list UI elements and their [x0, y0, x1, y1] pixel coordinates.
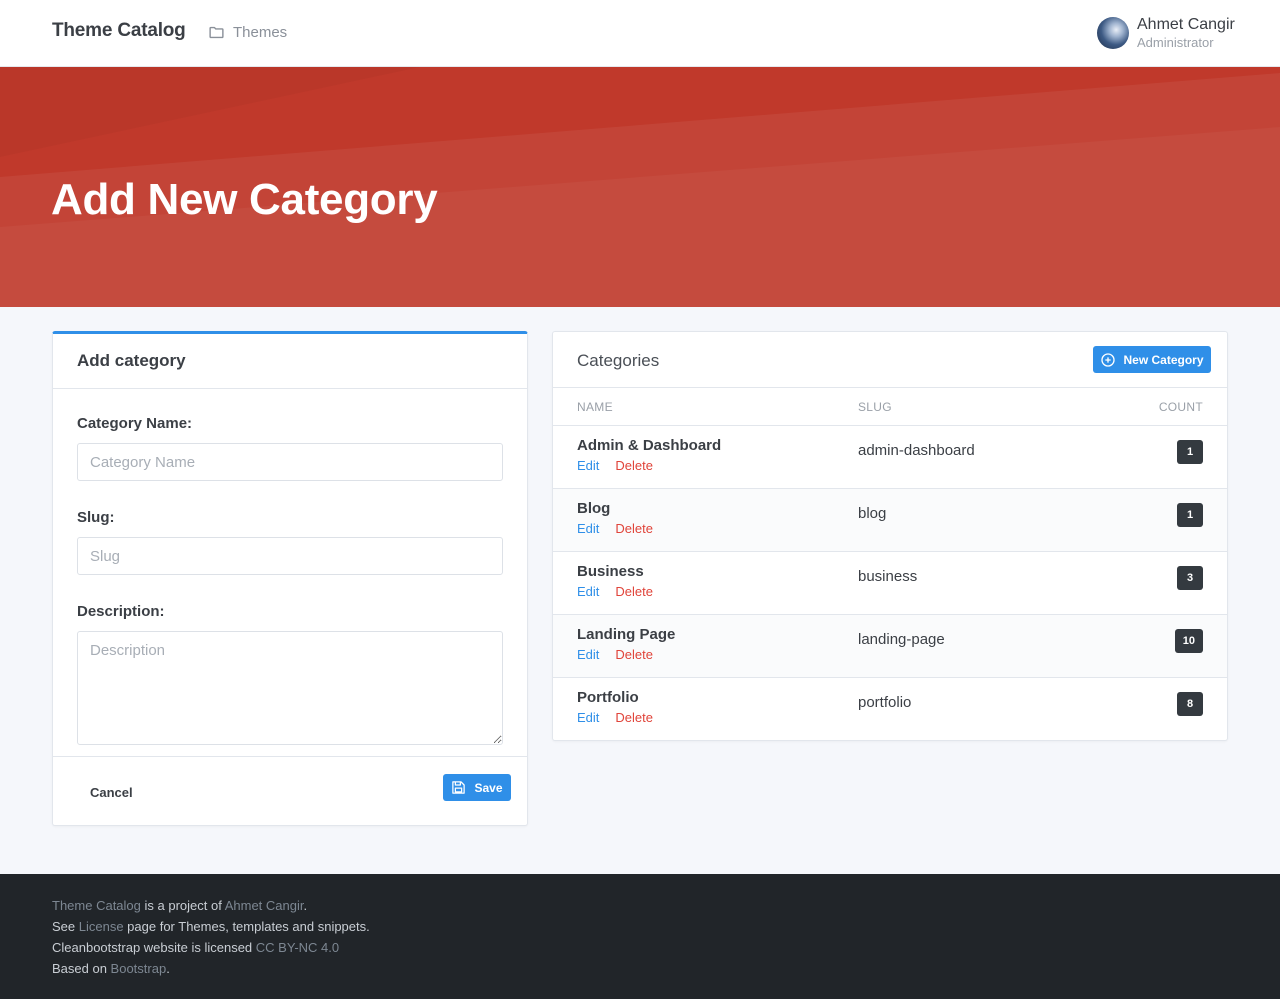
categories-card: Categories New Category NAME SLUG COUNT … [552, 331, 1228, 741]
edit-link[interactable]: Edit [577, 458, 599, 473]
category-name: Blog [577, 500, 611, 517]
footer-text: is a project of [140, 898, 225, 913]
category-name: Landing Page [577, 626, 676, 643]
count-badge: 10 [1174, 629, 1203, 653]
page-hero: Add New Category [0, 67, 1280, 307]
delete-link[interactable]: Delete [615, 584, 653, 599]
category-slug: landing-page [858, 631, 945, 648]
category-name: Business [577, 563, 644, 580]
category-slug: blog [858, 505, 887, 522]
save-button[interactable]: Save [443, 774, 511, 801]
new-category-button[interactable]: New Category [1093, 346, 1211, 373]
footer-cc-link[interactable]: CC BY-NC 4.0 [256, 940, 339, 955]
count-badge: 3 [1177, 566, 1203, 590]
edit-link[interactable]: Edit [577, 710, 599, 725]
nav-themes-link[interactable]: Themes [208, 24, 287, 41]
form-actions: Cancel Save [53, 756, 527, 826]
footer-text: See [52, 919, 79, 934]
avatar [1097, 17, 1129, 49]
nav-themes-label: Themes [233, 24, 288, 41]
footer-line-4: Based on Bootstrap. [52, 958, 1228, 979]
user-role: Administrator [1137, 35, 1214, 50]
delete-link[interactable]: Delete [615, 458, 653, 473]
column-header-count[interactable]: COUNT [1159, 400, 1203, 414]
footer-license-link[interactable]: License [79, 919, 124, 934]
edit-link[interactable]: Edit [577, 521, 599, 536]
count-badge: 1 [1177, 503, 1203, 527]
footer-text: Cleanbootstrap website is licensed [52, 940, 256, 955]
footer-text: Based on [52, 961, 111, 976]
category-name-input[interactable] [77, 443, 503, 481]
count-badge: 8 [1177, 692, 1203, 716]
save-label: Save [474, 780, 503, 795]
footer-text: . [303, 898, 308, 913]
footer-line-1: Theme Catalog is a project of Ahmet Cang… [52, 895, 1228, 916]
footer-bootstrap-link[interactable]: Bootstrap [111, 961, 167, 976]
table-header: NAME SLUG COUNT [553, 388, 1227, 426]
add-category-card: Add category Category Name: Slug: Descri… [52, 331, 528, 826]
table-row: Blog Edit Delete blog 1 [553, 489, 1227, 552]
brand-link[interactable]: Theme Catalog [52, 20, 186, 42]
edit-link[interactable]: Edit [577, 647, 599, 662]
add-category-title: Add category [53, 334, 527, 389]
footer-text: page for Themes, templates and snippets. [123, 919, 370, 934]
delete-link[interactable]: Delete [615, 710, 653, 725]
description-label: Description: [77, 603, 165, 620]
edit-link[interactable]: Edit [577, 584, 599, 599]
user-name: Ahmet Cangir [1137, 16, 1235, 33]
folder-icon [209, 26, 224, 39]
delete-link[interactable]: Delete [615, 521, 653, 536]
save-icon [452, 781, 466, 794]
footer-line-3: Cleanbootstrap website is licensed CC BY… [52, 937, 1228, 958]
description-textarea[interactable] [77, 631, 503, 745]
table-row: Portfolio Edit Delete portfolio 8 [553, 678, 1227, 741]
categories-title: Categories [577, 351, 660, 370]
category-name-label: Category Name: [77, 415, 193, 432]
slug-label: Slug: [77, 509, 115, 526]
cancel-button[interactable]: Cancel [79, 782, 144, 803]
table-row: Business Edit Delete business 3 [553, 552, 1227, 615]
table-row: Admin & Dashboard Edit Delete admin-dash… [553, 426, 1227, 489]
user-menu[interactable]: Ahmet Cangir Administrator [1097, 16, 1235, 52]
table-row: Landing Page Edit Delete landing-page 10 [553, 615, 1227, 678]
column-header-slug[interactable]: SLUG [858, 400, 892, 414]
category-slug: portfolio [858, 694, 912, 711]
category-name: Portfolio [577, 689, 639, 706]
top-navbar: Theme Catalog Themes Ahmet Cangir Admini… [0, 0, 1280, 67]
footer-text: . [166, 961, 170, 976]
page-title: Add New Category [51, 175, 438, 224]
column-header-name[interactable]: NAME [577, 400, 613, 414]
category-slug: business [858, 568, 918, 585]
category-name: Admin & Dashboard [577, 437, 722, 454]
page-footer: Theme Catalog is a project of Ahmet Cang… [0, 874, 1280, 999]
footer-line-2: See License page for Themes, templates a… [52, 916, 1228, 937]
new-category-label: New Category [1123, 352, 1204, 367]
footer-theme-catalog-link[interactable]: Theme Catalog [52, 898, 141, 913]
delete-link[interactable]: Delete [615, 647, 653, 662]
count-badge: 1 [1177, 440, 1203, 464]
category-slug: admin-dashboard [858, 442, 975, 459]
slug-input[interactable] [77, 537, 503, 575]
plus-circle-icon [1101, 352, 1116, 367]
footer-author-link[interactable]: Ahmet Cangir [225, 898, 304, 913]
